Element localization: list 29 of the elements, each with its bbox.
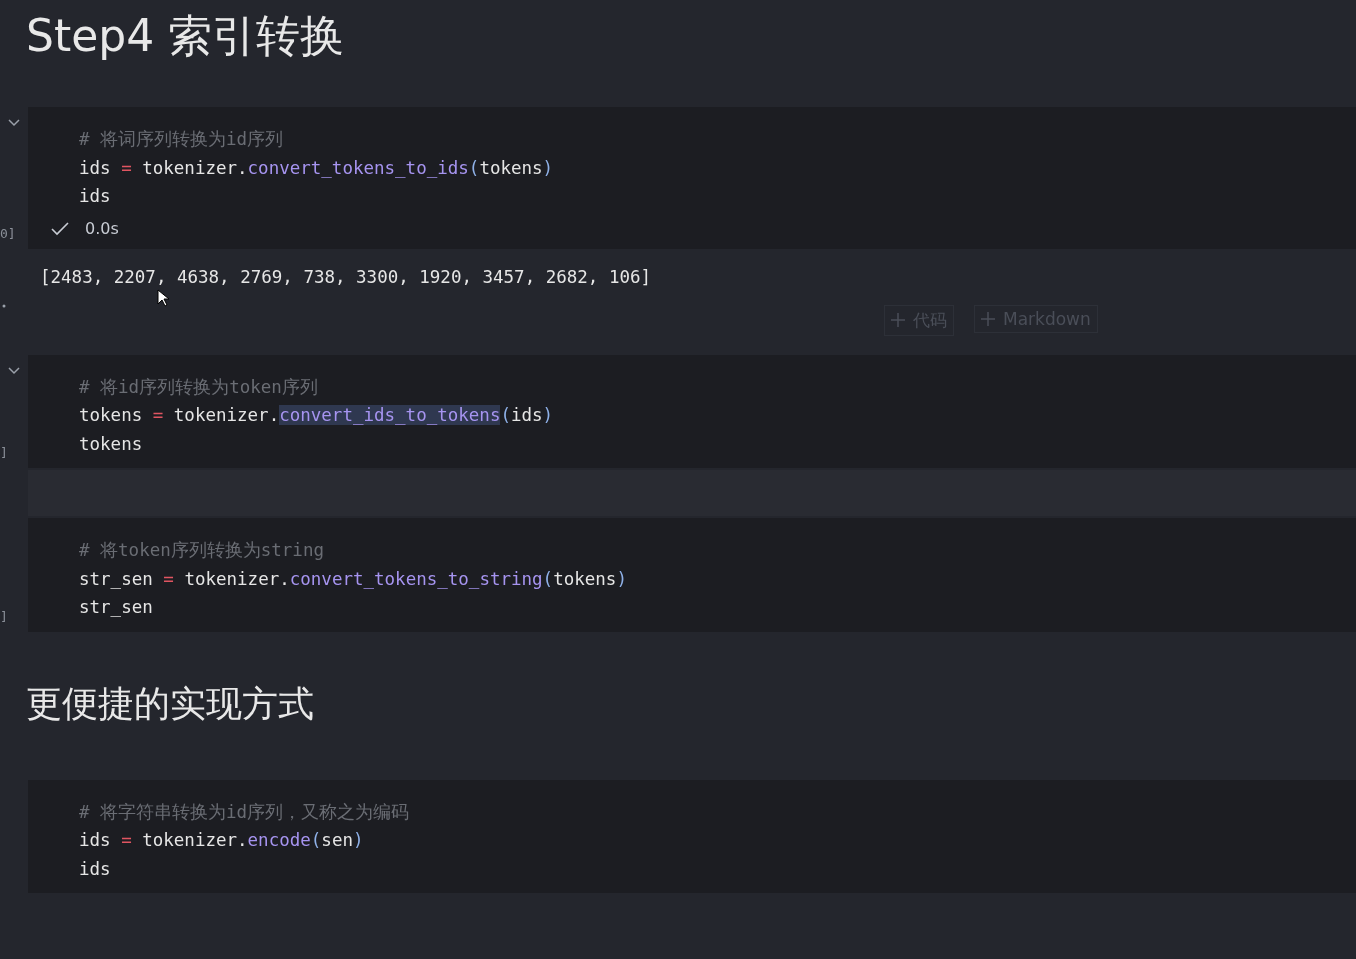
- code-line: # 将词序列转换为id序列: [79, 128, 284, 151]
- code-line: str_sen = tokenizer.convert_tokens_to_string(tokens): [79, 567, 627, 591]
- code-line: ids = tokenizer.convert_tokens_to_ids(tokens): [79, 156, 554, 180]
- code-cell[interactable]: # 将id序列转换为token序列 tokens = tokenizer.convert_ids_to_tokens(ids) tokens: [28, 354, 1356, 468]
- chevron-icon[interactable]: [8, 366, 20, 375]
- code-line: ids: [79, 185, 111, 208]
- plus-icon: [981, 311, 995, 326]
- section-heading: 更便捷的实现方式: [25, 681, 315, 726]
- code-line: tokens: [79, 432, 143, 456]
- chevron-icon[interactable]: [8, 119, 20, 127]
- execution-count: ]: [0, 445, 8, 460]
- code-cell[interactable]: # 将字符串转换为id序列，又称之为编码 ids = tokenizer.encode(sen) ids: [28, 779, 1356, 893]
- execution-count: 0]: [0, 225, 16, 241]
- code-line: tokens = tokenizer.convert_ids_to_tokens(ids): [79, 404, 554, 427]
- code-line: ids = tokenizer.encode(sen): [79, 829, 364, 852]
- code-line: ids: [79, 857, 111, 881]
- code-cell[interactable]: # 将token序列转换为string str_sen = tokenizer.convert_tokens_to_string(tokens) str_sen: [28, 518, 1356, 632]
- execution-time: 0.0s: [85, 219, 119, 238]
- execution-count: ]: [0, 608, 8, 624]
- output-dot-icon: [2, 303, 6, 308]
- code-line: str_sen: [79, 596, 153, 619]
- code-cell[interactable]: # 将词序列转换为id序列 ids = tokenizer.convert_tokens_to_ids(tokens) ids 0.0s: [28, 107, 1356, 249]
- mouse-cursor-icon: [157, 288, 169, 307]
- code-line: # 将token序列转换为string: [79, 539, 324, 562]
- notebook-title: Step4 索引转换: [25, 9, 346, 63]
- plus-icon: [891, 313, 905, 327]
- code-line: # 将id序列转换为token序列: [79, 375, 318, 399]
- code-line: # 将字符串转换为id序列，又称之为编码: [79, 800, 410, 824]
- output-text: [2483, 2207, 4638, 2769, 738, 3300, 1920, 3457, 2682, 106]: [39, 266, 652, 287]
